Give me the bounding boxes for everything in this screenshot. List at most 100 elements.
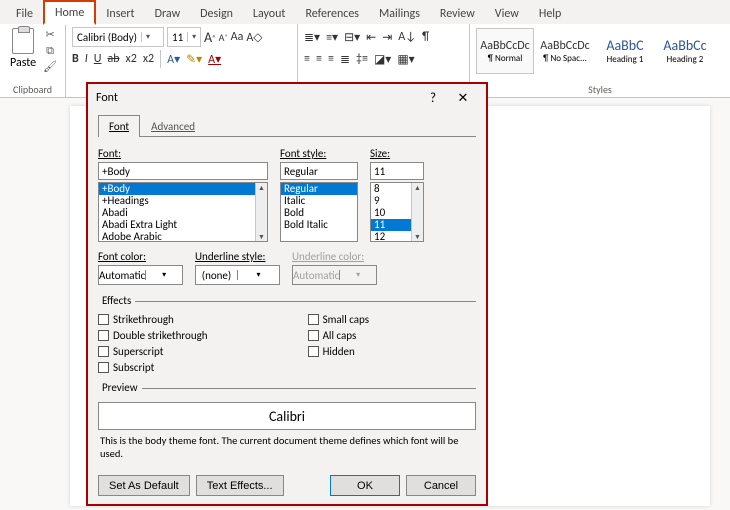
style-name: ¶ No Spac... <box>543 53 587 64</box>
tab-mailings[interactable]: Mailings <box>369 3 430 24</box>
style-heading-1[interactable]: AaBbC Heading 1 <box>596 28 654 74</box>
font-dialog: Font ? ✕ Font Advanced Font: +Body +Body… <box>86 82 488 506</box>
check-all-caps[interactable]: All caps <box>308 329 370 342</box>
close-button[interactable]: ✕ <box>448 91 478 106</box>
paste-button[interactable]: Paste <box>6 26 40 72</box>
font-color-button[interactable]: A▾ <box>208 52 221 67</box>
underline-button[interactable]: U <box>94 52 102 66</box>
check-double-strikethrough[interactable]: Double strikethrough <box>98 329 208 342</box>
text-effects-button[interactable]: Text Effects... <box>196 475 284 496</box>
style-name: Heading 2 <box>667 54 704 65</box>
bold-button[interactable]: B <box>72 52 79 66</box>
group-clipboard: Paste ✂ ⧉ 🖌 Clipboard <box>0 24 66 97</box>
strikethrough-button[interactable]: ab <box>107 52 119 66</box>
underline-color-combo: Automatic▾ <box>292 265 377 285</box>
chevron-down-icon[interactable]: ▾ <box>187 32 199 42</box>
style-no-spacing[interactable]: AaBbCcDc ¶ No Spac... <box>536 28 594 74</box>
chevron-down-icon[interactable]: ▾ <box>141 32 153 42</box>
dialog-tab-font[interactable]: Font <box>98 115 140 137</box>
tab-review[interactable]: Review <box>430 3 485 24</box>
font-size-value: 11 <box>168 31 187 44</box>
check-small-caps[interactable]: Small caps <box>308 313 370 326</box>
align-center-button[interactable]: ≡ <box>316 52 322 66</box>
dialog-titlebar: Font ? ✕ <box>88 84 486 112</box>
grow-font-button[interactable]: A^ <box>204 29 216 46</box>
numbering-button[interactable]: ≡▾ <box>326 30 338 45</box>
show-hide-button[interactable]: ¶ <box>422 30 429 44</box>
font-style-field[interactable]: Regular <box>280 162 358 180</box>
chevron-down-icon[interactable]: ▾ <box>237 270 279 280</box>
line-spacing-button[interactable]: ‡≡ <box>356 52 368 66</box>
scroll-down-icon[interactable]: ▼ <box>414 232 421 241</box>
underline-style-combo[interactable]: (none)▾ <box>195 265 280 285</box>
copy-icon[interactable]: ⧉ <box>42 44 58 58</box>
checkbox-icon <box>308 346 319 357</box>
justify-button[interactable]: ≣ <box>340 52 350 67</box>
size-listbox[interactable]: 8 9 10 11 12 ▲▼ <box>370 182 424 242</box>
checkbox-icon <box>98 330 109 341</box>
checkbox-icon <box>98 346 109 357</box>
clear-formatting-button[interactable]: A◇ <box>246 30 262 45</box>
borders-button[interactable]: ▦▾ <box>397 52 414 67</box>
dialog-tabs: Font Advanced <box>88 114 486 136</box>
check-strikethrough[interactable]: Strikethrough <box>98 313 208 326</box>
font-color-combo[interactable]: Automatic▾ <box>98 265 183 285</box>
chevron-down-icon[interactable]: ▾ <box>145 270 182 280</box>
font-name-combo[interactable]: Calibri (Body)▾ <box>72 27 164 47</box>
tab-file[interactable]: File <box>6 3 43 24</box>
scroll-up-icon[interactable]: ▲ <box>414 183 421 192</box>
check-superscript[interactable]: Superscript <box>98 345 208 358</box>
tab-help[interactable]: Help <box>529 3 572 24</box>
preview-hint: This is the body theme font. The current… <box>98 430 476 460</box>
format-painter-icon[interactable]: 🖌 <box>42 60 58 74</box>
decrease-indent-button[interactable]: ⇤ <box>366 30 376 45</box>
text-effects-button[interactable]: A▾ <box>167 52 180 67</box>
increase-indent-button[interactable]: ⇥ <box>382 30 392 45</box>
superscript-button[interactable]: x2 <box>143 52 154 66</box>
sort-button[interactable]: A↓ <box>398 30 416 44</box>
dialog-tab-advanced[interactable]: Advanced <box>140 115 206 137</box>
multilevel-list-button[interactable]: ⊟▾ <box>344 30 360 45</box>
clipboard-group-label: Clipboard <box>6 83 59 97</box>
dialog-footer: Set As Default Text Effects... OK Cancel <box>88 467 486 504</box>
check-subscript[interactable]: Subscript <box>98 361 208 374</box>
help-button[interactable]: ? <box>418 91 448 106</box>
tab-insert[interactable]: Insert <box>96 3 144 24</box>
list-item[interactable]: Adobe Arabic <box>99 231 267 242</box>
scroll-up-icon[interactable]: ▲ <box>258 183 265 192</box>
scrollbar[interactable]: ▲▼ <box>255 183 267 241</box>
cancel-button[interactable]: Cancel <box>406 475 476 496</box>
size-field[interactable]: 11 <box>370 162 424 180</box>
bullets-button[interactable]: ≣▾ <box>304 30 320 45</box>
tab-design[interactable]: Design <box>190 3 243 24</box>
shading-button[interactable]: ◪▾ <box>374 52 391 67</box>
scroll-down-icon[interactable]: ▼ <box>258 232 265 241</box>
set-default-button[interactable]: Set As Default <box>98 475 190 496</box>
font-color-label: Font color: <box>98 250 183 263</box>
font-listbox[interactable]: +Body +Headings Abadi Abadi Extra Light … <box>98 182 268 242</box>
scrollbar[interactable]: ▲▼ <box>411 183 423 241</box>
font-size-combo[interactable]: 11▾ <box>167 27 201 47</box>
subscript-button[interactable]: x2 <box>126 52 137 66</box>
style-normal[interactable]: AaBbCcDc ¶ Normal <box>476 28 534 74</box>
italic-button[interactable]: I <box>85 52 88 66</box>
tab-home[interactable]: Home <box>43 0 96 25</box>
check-hidden[interactable]: Hidden <box>308 345 370 358</box>
list-item[interactable]: Bold Italic <box>281 219 357 231</box>
align-right-button[interactable]: ≡ <box>328 52 334 66</box>
cut-icon[interactable]: ✂ <box>42 28 58 42</box>
separator <box>160 50 161 68</box>
tab-references[interactable]: References <box>295 3 369 24</box>
ok-button[interactable]: OK <box>330 475 400 496</box>
font-field[interactable]: +Body <box>98 162 268 180</box>
checkbox-icon <box>308 314 319 325</box>
tab-draw[interactable]: Draw <box>145 3 191 24</box>
highlight-button[interactable]: ✎▾ <box>186 52 202 67</box>
shrink-font-button[interactable]: A˅ <box>219 31 228 44</box>
tab-view[interactable]: View <box>485 3 529 24</box>
change-case-button[interactable]: Aa <box>231 30 244 44</box>
font-style-listbox[interactable]: Regular Italic Bold Bold Italic <box>280 182 358 242</box>
tab-layout[interactable]: Layout <box>243 3 296 24</box>
style-heading-2[interactable]: AaBbCc Heading 2 <box>656 28 714 74</box>
align-left-button[interactable]: ≡ <box>304 52 310 66</box>
